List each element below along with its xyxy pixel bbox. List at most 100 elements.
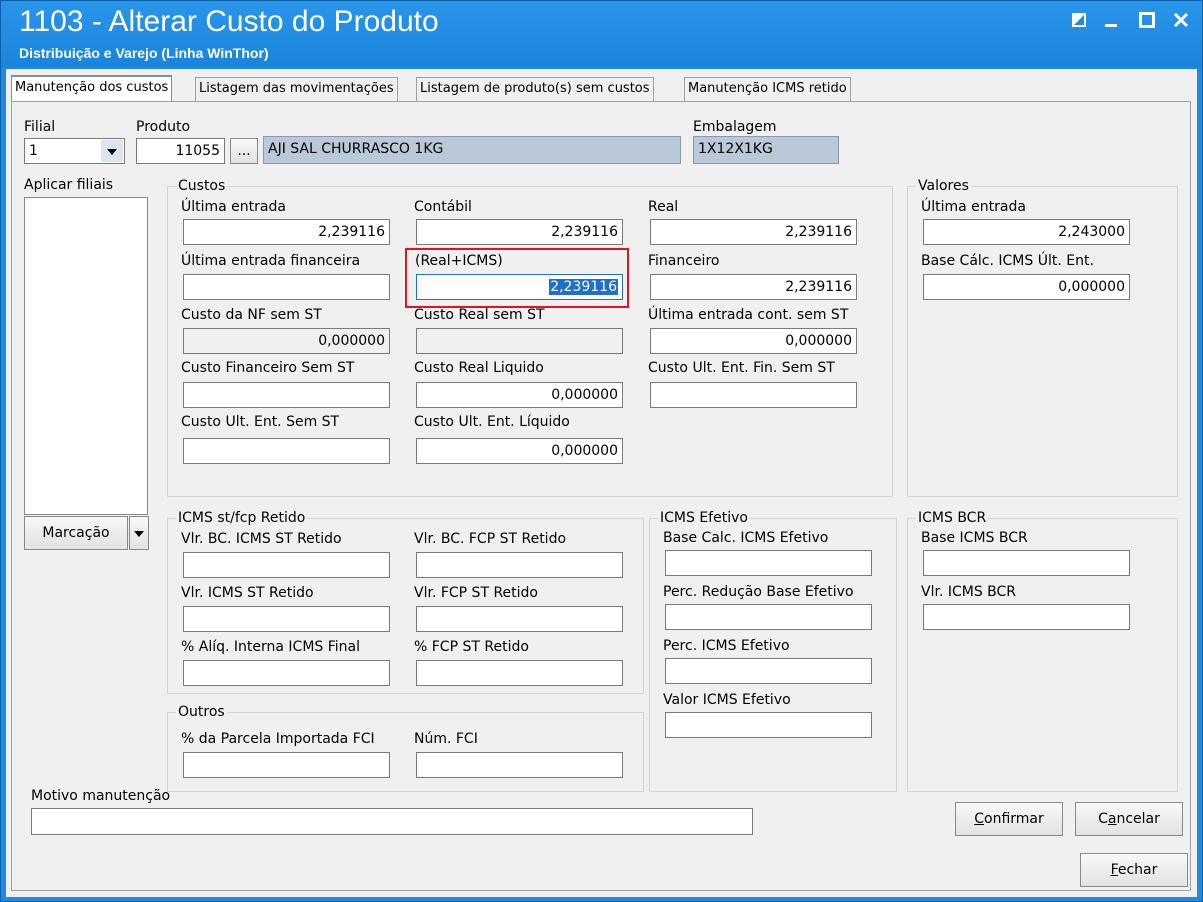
motivo-input[interactable]	[31, 808, 753, 835]
tab-listagem-movimentacoes[interactable]: Listagem das movimentações	[195, 77, 398, 101]
tab-panel: Filial 1 Produto 11055 ... AJI SAL CHURR…	[11, 101, 1191, 891]
vlr-icms-bcr-label: Vlr. ICMS BCR	[921, 584, 1017, 600]
aplicar-filiais-label: Aplicar filiais	[24, 177, 114, 193]
filial-label: Filial	[24, 119, 56, 135]
vlr-icms-st-input[interactable]	[183, 606, 390, 632]
embalagem-label: Embalagem	[693, 119, 777, 135]
perc-icms-efetivo-label: Perc. ICMS Efetivo	[663, 638, 790, 654]
marcacao-button[interactable]: Marcação	[24, 516, 128, 550]
custo-real-liquido-input[interactable]: 0,000000	[416, 382, 623, 408]
window-subtitle: Distribuição e Varejo (Linha WinThor)	[19, 45, 269, 61]
title-bar[interactable]: 1103 - Alterar Custo do Produto Distribu…	[1, 1, 1202, 67]
ultima-entrada-cont-sem-st-input[interactable]: 0,000000	[650, 328, 857, 354]
valor-icms-efetivo-label: Valor ICMS Efetivo	[663, 692, 791, 708]
custo-ult-ent-liquido-label: Custo Ult. Ent. Líquido	[414, 414, 570, 430]
filial-combo[interactable]: 1	[24, 138, 125, 164]
ultima-entrada-financeira-label: Última entrada financeira	[181, 253, 361, 269]
custo-nf-sem-st-label: Custo da NF sem ST	[181, 307, 322, 323]
ultima-entrada-label: Última entrada	[181, 199, 286, 215]
base-icms-bcr-input[interactable]	[923, 550, 1130, 576]
fcp-st-label: % FCP ST Retido	[414, 639, 529, 655]
real-input[interactable]: 2,239116	[650, 219, 857, 245]
produto-browse-button[interactable]: ...	[230, 138, 258, 164]
vlr-bc-icms-st-label: Vlr. BC. ICMS ST Retido	[181, 531, 342, 547]
tab-produtos-sem-custos[interactable]: Listagem de produto(s) sem custos	[416, 77, 654, 101]
close-icon[interactable]	[1167, 7, 1195, 33]
valores-ultima-entrada-input[interactable]: 2,243000	[923, 219, 1130, 245]
aliq-interna-label: % Alíq. Interna ICMS Final	[181, 639, 360, 655]
icms-efetivo-title: ICMS Efetivo	[658, 510, 750, 526]
filiais-listbox[interactable]	[24, 197, 148, 515]
vlr-bc-icms-st-input[interactable]	[183, 552, 390, 578]
vlr-icms-st-label: Vlr. ICMS ST Retido	[181, 585, 314, 601]
tab-manutencao-custos[interactable]: Manutenção dos custos	[11, 75, 173, 102]
chevron-down-icon[interactable]	[101, 140, 123, 162]
custos-title: Custos	[176, 178, 228, 194]
financeiro-input[interactable]: 2,239116	[650, 274, 857, 300]
fechar-button[interactable]: Fechar	[1080, 853, 1188, 887]
valor-icms-efetivo-input[interactable]	[665, 712, 872, 738]
parcela-fci-input[interactable]	[183, 752, 390, 778]
perc-icms-efetivo-input[interactable]	[665, 658, 872, 684]
restore-special-icon[interactable]	[1065, 7, 1093, 33]
ultima-entrada-input[interactable]: 2,239116	[183, 219, 390, 245]
custo-ult-ent-fin-sem-st-input[interactable]	[650, 382, 857, 408]
contabil-label: Contábil	[414, 199, 472, 215]
cancelar-label-pre: C	[1098, 811, 1108, 827]
vlr-icms-bcr-input[interactable]	[923, 604, 1130, 630]
chevron-down-icon	[134, 531, 144, 537]
base-calc-efetivo-label: Base Calc. ICMS Efetivo	[663, 530, 829, 546]
fechar-accelerator: F	[1110, 862, 1118, 878]
maximize-icon[interactable]	[1133, 7, 1161, 33]
custo-financeiro-sem-st-label: Custo Financeiro Sem ST	[181, 360, 355, 376]
custo-real-liquido-label: Custo Real Liquido	[414, 360, 544, 376]
parcela-fci-label: % da Parcela Importada FCI	[181, 731, 375, 747]
vlr-bc-fcp-st-label: Vlr. BC. FCP ST Retido	[414, 531, 567, 547]
fcp-st-input[interactable]	[416, 660, 623, 686]
custo-ult-ent-fin-sem-st-label: Custo Ult. Ent. Fin. Sem ST	[648, 360, 835, 376]
ultima-entrada-cont-sem-st-label: Última entrada cont. sem ST	[648, 307, 849, 323]
marcacao-dropdown-button[interactable]	[129, 516, 149, 550]
real-label: Real	[648, 199, 679, 215]
custo-ult-ent-liquido-input[interactable]: 0,000000	[416, 438, 623, 464]
window-title: 1103 - Alterar Custo do Produto	[19, 5, 439, 38]
real-icms-value: 2,239116	[549, 279, 618, 295]
vlr-fcp-st-label: Vlr. FCP ST Retido	[414, 585, 538, 601]
produto-description: AJI SAL CHURRASCO 1KG	[263, 136, 681, 164]
confirmar-accelerator: C	[974, 811, 985, 827]
vlr-bc-fcp-st-input[interactable]	[416, 552, 623, 578]
icms-st-title: ICMS st/fcp Retido	[176, 510, 308, 526]
num-fci-label: Núm. FCI	[414, 731, 478, 747]
embalagem-field: 1X12X1KG	[693, 136, 839, 164]
contabil-input[interactable]: 2,239116	[416, 219, 623, 245]
outros-title: Outros	[176, 704, 227, 720]
cancelar-button[interactable]: Cancelar	[1075, 802, 1183, 836]
produto-code-input[interactable]: 11055	[136, 138, 225, 164]
tab-icms-retido[interactable]: Manutenção ICMS retido	[684, 77, 851, 101]
motivo-label: Motivo manutenção	[31, 788, 171, 804]
real-icms-label: (Real+ICMS)	[415, 253, 503, 269]
base-calc-icms-input[interactable]: 0,000000	[923, 274, 1130, 300]
fechar-label: echar	[1117, 862, 1158, 878]
num-fci-input[interactable]	[416, 752, 623, 778]
ultima-entrada-financeira-input[interactable]	[183, 274, 390, 300]
custo-financeiro-sem-st-input[interactable]	[183, 382, 390, 408]
custo-ult-ent-sem-st-label: Custo Ult. Ent. Sem ST	[181, 414, 340, 430]
minimize-icon[interactable]	[1097, 7, 1125, 33]
cancelar-label-rest: ncelar	[1116, 811, 1160, 827]
base-icms-bcr-label: Base ICMS BCR	[921, 530, 1028, 546]
real-icms-input[interactable]: 2,239116	[416, 274, 623, 300]
base-calc-efetivo-input[interactable]	[665, 550, 872, 576]
confirmar-button[interactable]: Confirmar	[955, 802, 1063, 836]
produto-label: Produto	[136, 119, 191, 135]
vlr-fcp-st-input[interactable]	[416, 606, 623, 632]
icms-bcr-title: ICMS BCR	[916, 510, 989, 526]
valores-title: Valores	[916, 178, 971, 194]
custo-ult-ent-sem-st-input[interactable]	[183, 438, 390, 464]
valores-ultima-entrada-label: Última entrada	[921, 199, 1026, 215]
perc-reducao-input[interactable]	[665, 604, 872, 630]
client-area: Manutenção dos custos Listagem das movim…	[6, 69, 1197, 897]
aliq-interna-input[interactable]	[183, 660, 390, 686]
filial-value: 1	[29, 143, 38, 159]
financeiro-label: Financeiro	[648, 253, 720, 269]
